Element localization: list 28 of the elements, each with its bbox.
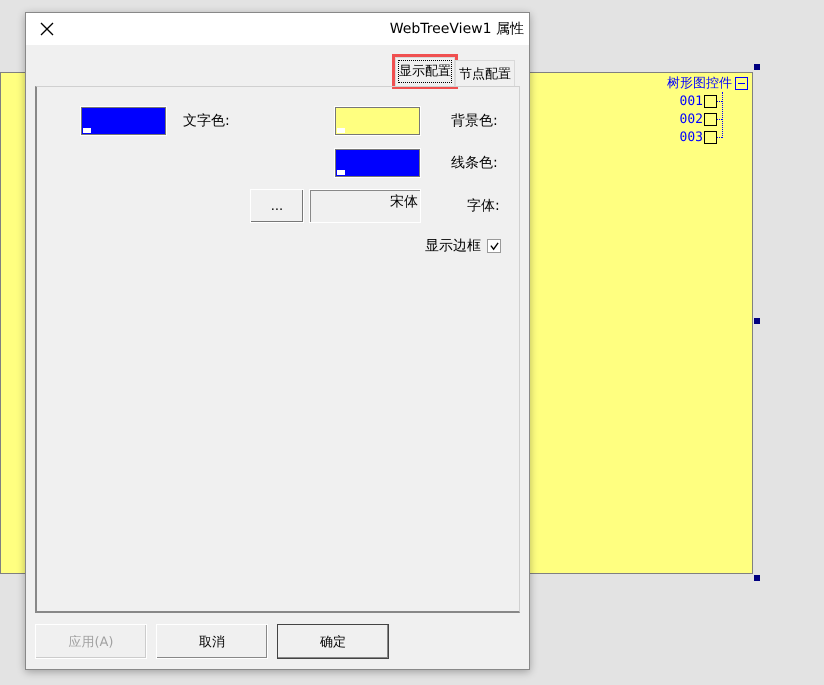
field-label: 背景色: bbox=[450, 112, 499, 130]
color-picker[interactable] bbox=[334, 148, 421, 178]
color-picker[interactable] bbox=[80, 106, 167, 136]
tab[interactable]: 显示配置 bbox=[395, 57, 455, 86]
checkbox-icon[interactable] bbox=[704, 94, 717, 108]
dialog-button[interactable]: 取消 bbox=[156, 624, 268, 659]
resize-handle[interactable] bbox=[754, 64, 760, 70]
dialog-button[interactable]: 确定 bbox=[277, 624, 389, 659]
resize-handle[interactable] bbox=[754, 318, 760, 324]
tree-node[interactable]: 树形图控件 bbox=[667, 75, 732, 92]
field-label: 线条色: bbox=[450, 154, 499, 172]
collapse-icon[interactable] bbox=[735, 77, 748, 90]
close-icon[interactable] bbox=[40, 22, 54, 36]
window-title: WebTreeView1 属性 bbox=[390, 20, 524, 38]
color-picker[interactable] bbox=[334, 106, 421, 136]
tree-node[interactable]: 001 bbox=[680, 92, 703, 110]
checkbox-label: 显示边框 bbox=[425, 237, 481, 255]
tree-node[interactable]: 003 bbox=[680, 128, 703, 146]
font-field[interactable]: 宋体 bbox=[309, 189, 421, 223]
field-label: 字体: bbox=[466, 197, 501, 215]
browse-button[interactable]: ... bbox=[250, 189, 304, 223]
checkbox-icon[interactable] bbox=[704, 112, 717, 126]
checkbox[interactable] bbox=[487, 239, 501, 253]
resize-handle[interactable] bbox=[754, 575, 760, 581]
checkbox-icon[interactable] bbox=[704, 130, 717, 144]
tab[interactable]: 节点配置 bbox=[455, 60, 515, 86]
tree-node[interactable]: 002 bbox=[680, 110, 703, 128]
field-label: 文字色: bbox=[183, 112, 231, 130]
